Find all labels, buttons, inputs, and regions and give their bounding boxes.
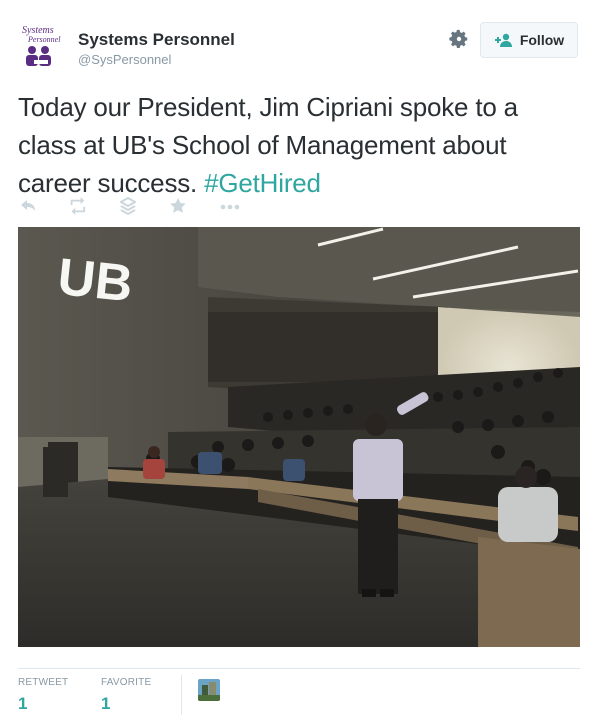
hashtag-link[interactable]: #GetHired bbox=[204, 168, 321, 198]
svg-text:Personnel: Personnel bbox=[27, 35, 61, 44]
tweet-text: Today our President, Jim Cipriani spoke … bbox=[18, 88, 578, 202]
retweet-count: 1 bbox=[18, 694, 28, 713]
favoriter-avatar[interactable] bbox=[198, 679, 220, 701]
ub-sign: UB bbox=[55, 248, 136, 314]
retweet-label: RETWEET bbox=[18, 677, 69, 688]
retweet-stat[interactable]: RETWEET 1 bbox=[18, 677, 68, 714]
favorite-count: 1 bbox=[101, 694, 111, 713]
tweet-stats: RETWEET 1 FAVORITE 1 bbox=[18, 668, 580, 721]
tweet-actions bbox=[18, 196, 268, 218]
account-handle[interactable]: @SysPersonnel bbox=[78, 52, 171, 67]
systems-personnel-logo[interactable]: Systems Personnel bbox=[20, 22, 66, 68]
gear-icon[interactable] bbox=[448, 28, 470, 50]
tweet-header: Systems Personnel Systems Personnel @Sys… bbox=[18, 18, 580, 74]
reply-icon[interactable] bbox=[18, 196, 68, 216]
retweet-icon[interactable] bbox=[68, 196, 118, 216]
follow-label: Follow bbox=[519, 32, 565, 48]
stack-icon[interactable] bbox=[118, 196, 168, 216]
more-icon[interactable] bbox=[218, 196, 268, 216]
stats-divider bbox=[181, 675, 182, 715]
follow-button[interactable]: Follow bbox=[480, 22, 578, 58]
account-name[interactable]: Systems Personnel bbox=[78, 30, 235, 50]
star-icon[interactable] bbox=[168, 196, 218, 216]
favorite-stat[interactable]: FAVORITE 1 bbox=[101, 677, 151, 714]
lecture-hall-photo: UB bbox=[18, 227, 580, 647]
add-user-icon bbox=[494, 33, 512, 47]
favorite-label: FAVORITE bbox=[101, 677, 152, 688]
tweet-photo[interactable]: UB bbox=[18, 227, 580, 647]
